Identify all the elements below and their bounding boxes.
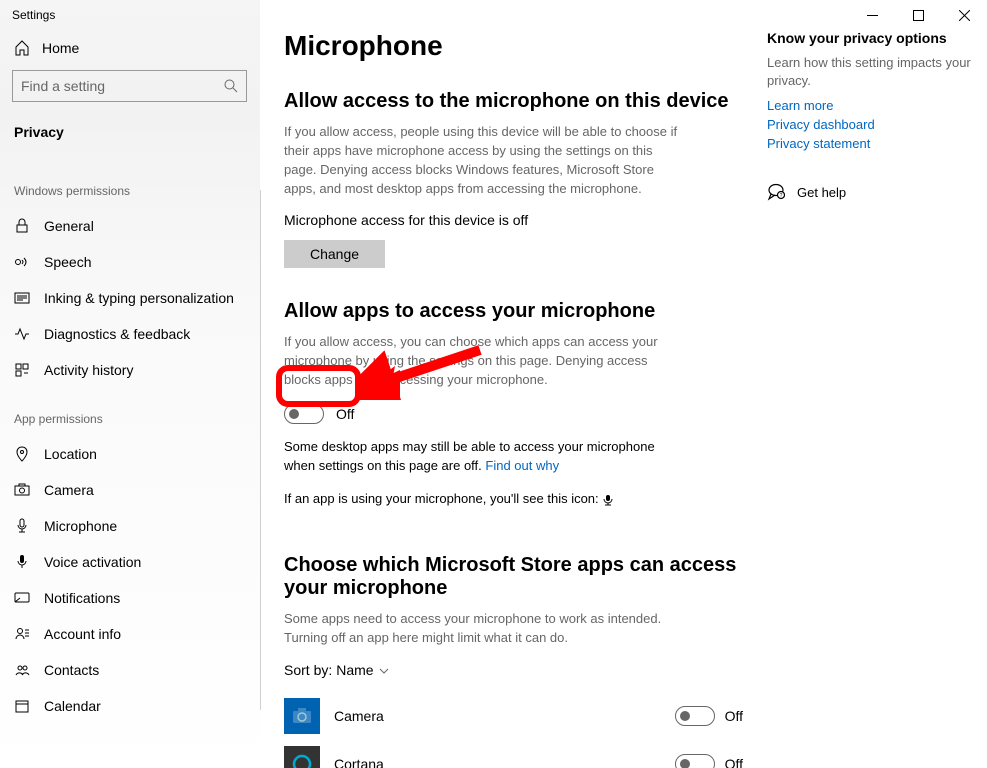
app-row-camera: Camera Off xyxy=(284,692,743,740)
apps-access-toggle-state: Off xyxy=(336,406,354,422)
microphone-icon xyxy=(14,518,30,534)
sidebar-item-label: Speech xyxy=(44,254,91,270)
privacy-statement-link[interactable]: Privacy statement xyxy=(767,136,975,151)
sidebar-item-label: Activity history xyxy=(44,362,133,378)
sidebar-item-account-info[interactable]: Account info xyxy=(12,616,247,652)
learn-more-link[interactable]: Learn more xyxy=(767,98,975,113)
voice-activation-icon xyxy=(14,554,30,570)
search-input[interactable] xyxy=(12,70,247,102)
notifications-icon xyxy=(14,590,30,606)
contacts-icon xyxy=(14,662,30,678)
sidebar-item-notifications[interactable]: Notifications xyxy=(12,580,247,616)
section-heading-store-apps: Choose which Microsoft Store apps can ac… xyxy=(284,554,743,600)
sidebar-item-contacts[interactable]: Contacts xyxy=(12,652,247,688)
section-desc-store-apps: Some apps need to access your microphone… xyxy=(284,610,684,648)
privacy-dashboard-link[interactable]: Privacy dashboard xyxy=(767,117,975,132)
inking-icon xyxy=(14,290,30,306)
sidebar-item-label: Diagnostics & feedback xyxy=(44,326,190,342)
search-icon xyxy=(224,79,238,93)
sort-by-dropdown[interactable]: Sort by: Name xyxy=(284,662,743,678)
aside-heading: Know your privacy options xyxy=(767,30,975,46)
mic-in-use-note: If an app is using your microphone, you'… xyxy=(284,490,684,509)
sidebar-item-label: Notifications xyxy=(44,590,120,606)
sidebar-item-label: Location xyxy=(44,446,97,462)
sidebar-item-label: Camera xyxy=(44,482,94,498)
aside-desc: Learn how this setting impacts your priv… xyxy=(767,54,975,90)
help-icon: ? xyxy=(767,183,785,201)
lock-icon xyxy=(14,218,30,234)
sidebar-item-label: Inking & typing personalization xyxy=(44,290,234,306)
sidebar-item-label: Contacts xyxy=(44,662,99,678)
device-access-status: Microphone access for this device is off xyxy=(284,212,743,228)
sort-by-value: Name xyxy=(336,662,373,678)
sidebar: Settings Home Privacy Windows permission… xyxy=(0,0,260,768)
section-desc-apps-access: If you allow access, you can choose whic… xyxy=(284,333,684,390)
window-title: Settings xyxy=(0,0,259,30)
home-icon xyxy=(14,40,30,56)
microphone-indicator-icon xyxy=(602,493,614,505)
activity-icon xyxy=(14,362,30,378)
camera-app-toggle-state: Off xyxy=(725,708,743,724)
desktop-apps-note: Some desktop apps may still be able to a… xyxy=(284,438,684,476)
breadcrumb: Privacy xyxy=(12,118,247,160)
sidebar-item-calendar[interactable]: Calendar xyxy=(12,688,247,724)
main-content: Microphone Allow access to the microphon… xyxy=(260,0,987,768)
app-row-cortana: Cortana Off xyxy=(284,740,743,768)
find-out-why-link[interactable]: Find out why xyxy=(485,458,559,473)
section-desc-device-access: If you allow access, people using this d… xyxy=(284,123,684,198)
cortana-app-toggle[interactable] xyxy=(675,754,715,768)
change-button[interactable]: Change xyxy=(284,240,385,268)
sidebar-item-label: General xyxy=(44,218,94,234)
sort-by-label: Sort by: xyxy=(284,662,332,678)
get-help-link[interactable]: ? Get help xyxy=(767,183,975,201)
sidebar-item-label: Account info xyxy=(44,626,121,642)
home-label: Home xyxy=(42,40,79,56)
sidebar-item-activity[interactable]: Activity history xyxy=(12,352,247,388)
cortana-app-toggle-state: Off xyxy=(725,756,743,768)
sidebar-item-inking[interactable]: Inking & typing personalization xyxy=(12,280,247,316)
app-name: Cortana xyxy=(334,756,661,768)
account-info-icon xyxy=(14,626,30,642)
section-heading-device-access: Allow access to the microphone on this d… xyxy=(284,90,743,113)
camera-app-toggle[interactable] xyxy=(675,706,715,726)
category-windows-permissions: Windows permissions xyxy=(12,176,247,208)
camera-app-icon xyxy=(284,698,320,734)
sidebar-item-label: Calendar xyxy=(44,698,101,714)
home-nav[interactable]: Home xyxy=(12,30,247,70)
get-help-label: Get help xyxy=(797,185,846,200)
sidebar-item-label: Microphone xyxy=(44,518,117,534)
sidebar-item-diagnostics[interactable]: Diagnostics & feedback xyxy=(12,316,247,352)
camera-icon xyxy=(14,482,30,498)
speech-icon xyxy=(14,254,30,270)
section-heading-apps-access: Allow apps to access your microphone xyxy=(284,300,743,323)
calendar-icon xyxy=(14,698,30,714)
search-field[interactable] xyxy=(21,78,224,94)
sidebar-item-label: Voice activation xyxy=(44,554,141,570)
aside-panel: Know your privacy options Learn how this… xyxy=(767,30,987,748)
category-app-permissions: App permissions xyxy=(12,404,247,436)
app-name: Camera xyxy=(334,708,661,724)
chevron-down-icon xyxy=(378,664,390,676)
sidebar-item-speech[interactable]: Speech xyxy=(12,244,247,280)
page-title: Microphone xyxy=(284,30,743,62)
sidebar-item-camera[interactable]: Camera xyxy=(12,472,247,508)
sidebar-item-general[interactable]: General xyxy=(12,208,247,244)
location-icon xyxy=(14,446,30,462)
cortana-app-icon xyxy=(284,746,320,768)
svg-text:?: ? xyxy=(780,193,783,199)
apps-access-toggle[interactable] xyxy=(284,404,324,424)
diagnostics-icon xyxy=(14,326,30,342)
sidebar-item-voice-activation[interactable]: Voice activation xyxy=(12,544,247,580)
sidebar-item-location[interactable]: Location xyxy=(12,436,247,472)
sidebar-item-microphone[interactable]: Microphone xyxy=(12,508,247,544)
